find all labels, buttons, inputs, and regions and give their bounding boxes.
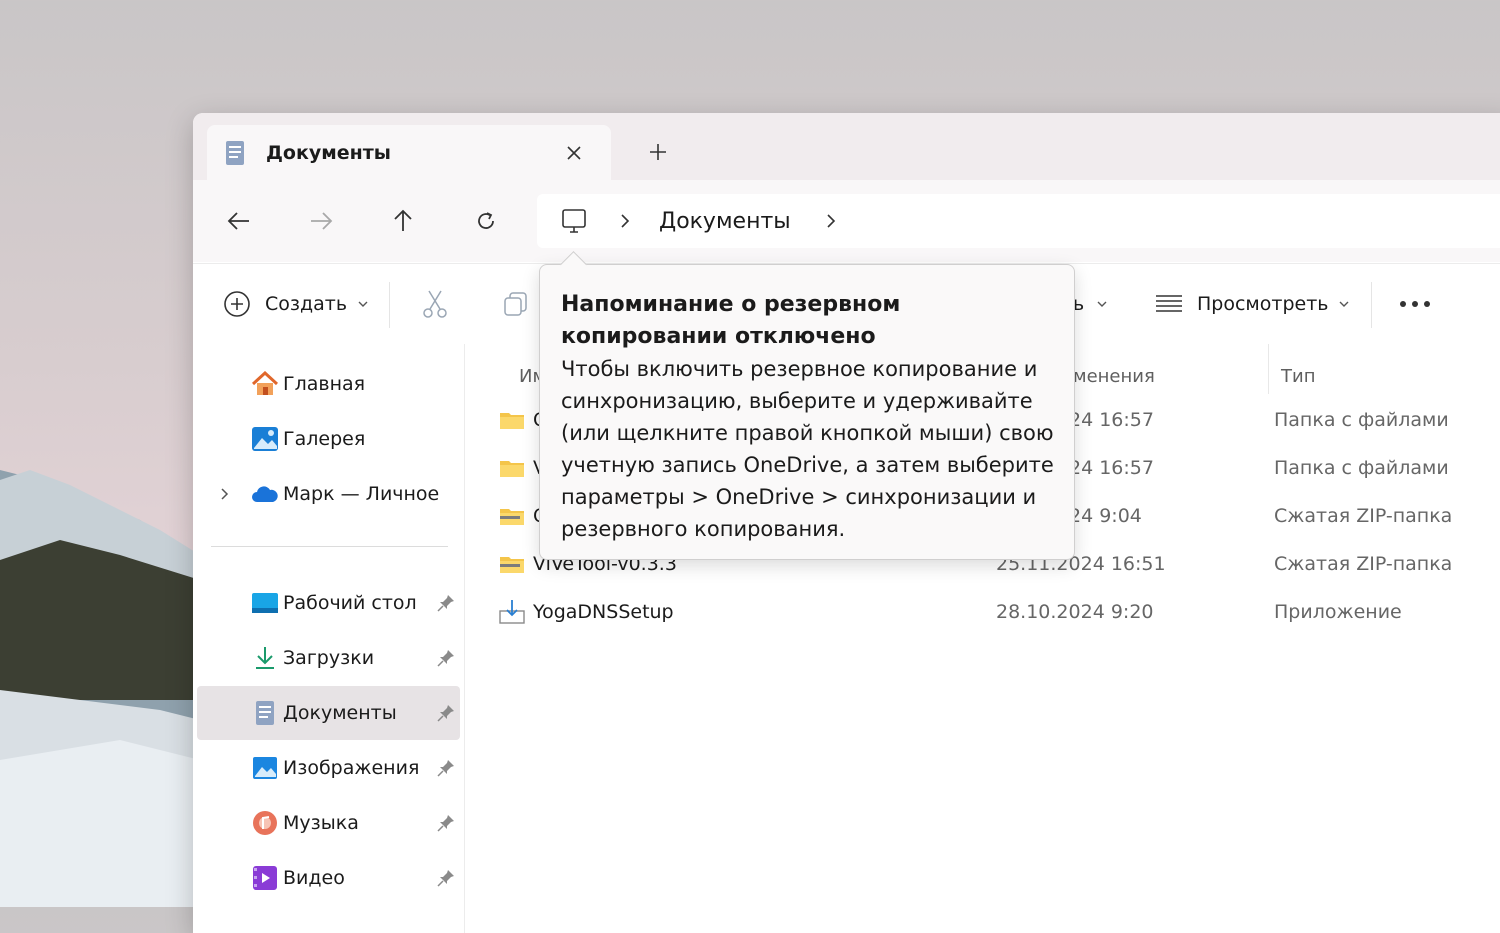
sidebar-item-label: Марк — Личное <box>283 483 440 505</box>
more-options-icon[interactable] <box>1399 284 1431 324</box>
music-icon <box>251 809 279 837</box>
pin-icon[interactable] <box>436 648 456 668</box>
installer-icon <box>499 600 525 624</box>
pin-icon[interactable] <box>436 703 456 723</box>
sidebar-item-videos[interactable]: Видео <box>197 851 460 905</box>
tab-documents[interactable]: Документы <box>207 125 611 180</box>
desktop-icon <box>251 589 279 617</box>
zip-folder-icon <box>500 557 524 573</box>
sidebar-item-music[interactable]: Музыка <box>197 796 460 850</box>
file-type: Сжатая ZIP-папка <box>1274 553 1453 575</box>
forward-arrow-icon[interactable] <box>299 200 343 242</box>
file-date: 28.10.2024 9:20 <box>996 601 1154 623</box>
backup-reminder-tooltip: Напоминание о резервном копировании откл… <box>539 251 1075 560</box>
chevron-down-icon <box>358 301 368 307</box>
sidebar-item-pictures[interactable]: Изображения <box>197 741 460 795</box>
plus-circle-icon <box>224 291 250 317</box>
chevron-right-icon[interactable] <box>217 486 233 502</box>
up-arrow-icon[interactable] <box>381 200 425 242</box>
downloads-icon <box>251 644 279 672</box>
view-lines-icon <box>1156 295 1182 312</box>
zip-folder-icon <box>500 509 524 525</box>
column-header-date[interactable]: менения <box>1073 356 1155 396</box>
breadcrumb-chevron-icon[interactable] <box>821 213 841 229</box>
gallery-icon <box>251 425 279 453</box>
view-label: Просмотреть <box>1197 293 1329 315</box>
refresh-icon[interactable] <box>464 200 508 242</box>
sort-button[interactable]: ь <box>1073 284 1108 324</box>
file-name: YogaDNSSetup <box>533 601 674 623</box>
navigation-pane: Главная Галерея Марк — Личное Рабочий ст… <box>193 344 465 933</box>
file-type: Сжатая ZIP-папка <box>1274 505 1453 527</box>
file-date: 24 16:57 <box>1069 457 1154 479</box>
videos-icon <box>251 864 279 892</box>
wallpaper-mountain <box>0 470 200 907</box>
create-button[interactable]: Создать <box>223 284 369 324</box>
breadcrumb-chevron-icon[interactable] <box>615 213 635 229</box>
sidebar-divider <box>211 546 448 547</box>
file-type: Папка с файлами <box>1274 457 1449 479</box>
home-icon <box>251 370 279 398</box>
sidebar-item-label: Видео <box>283 867 345 889</box>
command-separator <box>389 282 390 328</box>
column-separator[interactable] <box>1268 344 1269 394</box>
onedrive-cloud-icon <box>251 480 279 508</box>
file-row[interactable]: YogaDNSSetup 28.10.2024 9:20 Приложение <box>495 591 1485 635</box>
sidebar-item-label: Музыка <box>283 812 359 834</box>
breadcrumb-documents[interactable]: Документы <box>659 209 791 234</box>
new-tab-icon[interactable] <box>643 137 673 167</box>
sidebar-item-desktop[interactable]: Рабочий стол <box>197 576 460 630</box>
sidebar-item-label: Загрузки <box>283 647 375 669</box>
tooltip-title: Напоминание о резервном копировании откл… <box>561 292 901 349</box>
navigation-bar: Документы <box>193 180 1500 262</box>
folder-icon <box>500 413 524 429</box>
command-separator <box>1371 282 1372 328</box>
documents-icon <box>251 699 279 727</box>
sidebar-item-label: Изображения <box>283 757 420 779</box>
sidebar-item-gallery[interactable]: Галерея <box>197 412 460 466</box>
sidebar-item-label: Документы <box>283 702 397 724</box>
sidebar-item-home[interactable]: Главная <box>197 357 460 411</box>
view-button[interactable]: Просмотреть <box>1155 284 1350 324</box>
sidebar-item-label: Главная <box>283 373 366 395</box>
pin-icon[interactable] <box>436 593 456 613</box>
column-header-type[interactable]: Тип <box>1281 356 1315 396</box>
file-type: Приложение <box>1274 601 1402 623</box>
pin-icon[interactable] <box>436 813 456 833</box>
file-date: 24 9:04 <box>1069 505 1142 527</box>
sidebar-item-documents[interactable]: Документы <box>197 686 460 740</box>
back-arrow-icon[interactable] <box>217 200 261 242</box>
documents-icon <box>224 139 246 167</box>
pin-icon[interactable] <box>436 868 456 888</box>
file-date: 24 16:57 <box>1069 409 1154 431</box>
sidebar-item-label: Рабочий стол <box>283 592 417 614</box>
pictures-icon <box>251 754 279 782</box>
pin-icon[interactable] <box>436 758 456 778</box>
tab-title: Документы <box>266 141 391 164</box>
chevron-down-icon <box>1339 301 1349 307</box>
scissors-icon <box>423 290 447 318</box>
create-label: Создать <box>265 293 348 315</box>
sidebar-item-onedrive[interactable]: Марк — Личное <box>197 467 460 521</box>
copy-icon <box>504 292 527 316</box>
this-pc-icon[interactable] <box>559 206 589 236</box>
sidebar-item-label: Галерея <box>283 428 366 450</box>
chevron-down-icon <box>1097 301 1107 307</box>
tooltip-body: Чтобы включить резервное копирование и с… <box>561 357 1054 541</box>
file-type: Папка с файлами <box>1274 409 1449 431</box>
copy-button[interactable] <box>503 284 529 324</box>
folder-icon <box>500 461 524 477</box>
title-bar: Документы <box>193 113 1500 180</box>
close-tab-icon[interactable] <box>559 138 589 168</box>
cut-button[interactable] <box>421 284 449 324</box>
address-bar[interactable]: Документы <box>537 194 1500 248</box>
sidebar-item-downloads[interactable]: Загрузки <box>197 631 460 685</box>
